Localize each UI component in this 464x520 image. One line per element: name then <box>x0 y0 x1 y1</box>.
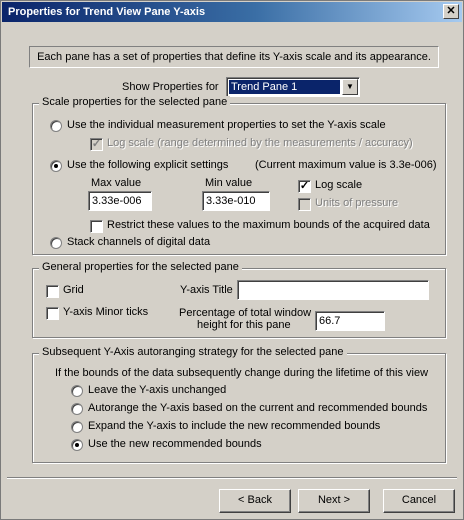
restrict-checkbox[interactable] <box>90 220 103 233</box>
min-value-label: Min value <box>205 177 253 189</box>
show-properties-label: Show Properties for <box>122 81 219 93</box>
radio-expand[interactable] <box>71 421 83 433</box>
units-pressure-label: Units of pressure <box>315 197 399 209</box>
max-value-label: Max value <box>91 177 142 189</box>
pane-select[interactable]: Trend Pane 1 ▼ <box>226 77 360 97</box>
log-scale-range-label: Log scale (range determined by the measu… <box>107 137 413 149</box>
close-button[interactable]: ✕ <box>443 4 459 19</box>
individual-option-label: Use the individual measurement propertie… <box>67 119 386 131</box>
pct-label-line1: Percentage of total window <box>179 307 312 319</box>
general-group-label: General properties for the selected pane <box>39 261 242 273</box>
pct-label-line2: height for this pane <box>197 319 291 331</box>
grid-checkbox[interactable] <box>46 285 59 298</box>
info-text: Each pane has a set of properties that d… <box>29 46 439 68</box>
radio-leave-unchanged[interactable] <box>71 385 83 397</box>
properties-dialog: Properties for Trend View Pane Y-axis ✕ … <box>0 0 464 520</box>
log-scale-range-checkbox[interactable]: ✓ <box>90 138 103 151</box>
autorange-group-label: Subsequent Y-Axis autoranging strategy f… <box>39 346 347 358</box>
minor-ticks-checkbox[interactable] <box>46 307 59 320</box>
pct-height-field[interactable]: 66.7 <box>315 311 385 331</box>
autorange-intro: If the bounds of the data subsequently c… <box>55 367 429 379</box>
log-scale-checkbox[interactable]: ✓ <box>298 180 311 193</box>
stack-option-label: Stack channels of digital data <box>67 236 211 248</box>
radio-individual[interactable] <box>50 120 62 132</box>
scale-group-label: Scale properties for the selected pane <box>39 96 231 108</box>
restrict-label: Restrict these values to the maximum bou… <box>107 219 430 231</box>
footer-separator <box>7 477 457 479</box>
minor-ticks-label: Y-axis Minor ticks <box>63 306 149 318</box>
pane-select-value: Trend Pane 1 <box>229 80 340 94</box>
window-title: Properties for Trend View Pane Y-axis <box>8 6 206 18</box>
autorange-option-2: Autorange the Y-axis based on the curren… <box>88 402 428 414</box>
close-icon: ✕ <box>446 5 456 17</box>
log-scale-label: Log scale <box>315 179 363 191</box>
current-max-text: (Current maximum value is 3.3e-006) <box>255 159 437 171</box>
radio-stack[interactable] <box>50 237 62 249</box>
min-value-field[interactable]: 3.33e-010 <box>202 191 270 211</box>
explicit-option-label: Use the following explicit settings <box>67 159 229 171</box>
next-button[interactable]: Next > <box>298 489 370 513</box>
autorange-option-4: Use the new recommended bounds <box>88 438 262 450</box>
title-bar: Properties for Trend View Pane Y-axis ✕ <box>2 2 462 22</box>
grid-label: Grid <box>63 284 84 296</box>
back-button[interactable]: < Back <box>219 489 291 513</box>
radio-autorange[interactable] <box>71 403 83 415</box>
chevron-down-icon[interactable]: ▼ <box>342 79 358 95</box>
autorange-option-1: Leave the Y-axis unchanged <box>88 384 227 396</box>
yaxis-title-field[interactable] <box>237 280 429 300</box>
max-value-field[interactable]: 3.33e-006 <box>88 191 152 211</box>
radio-use-new-bounds[interactable] <box>71 439 83 451</box>
autorange-option-3: Expand the Y-axis to include the new rec… <box>88 420 381 432</box>
yaxis-title-label: Y-axis Title <box>180 284 233 296</box>
units-pressure-checkbox[interactable] <box>298 198 311 211</box>
cancel-button[interactable]: Cancel <box>383 489 455 513</box>
radio-explicit[interactable] <box>50 160 62 172</box>
